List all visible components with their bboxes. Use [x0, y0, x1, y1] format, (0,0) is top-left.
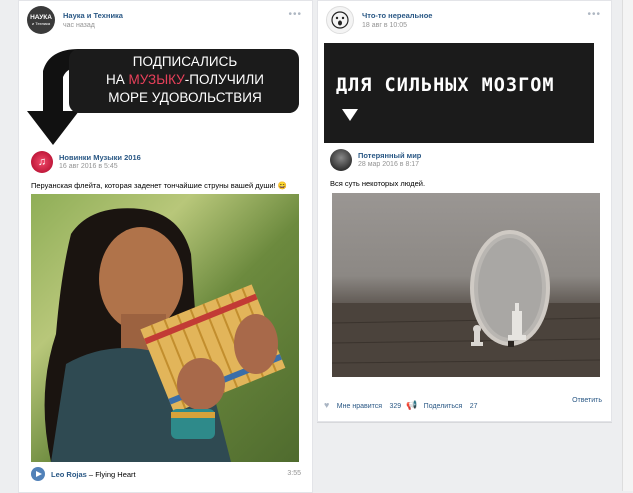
post-card-unreal: Что-то нереальное 18 авг в 10:05 ••• ДЛЯ…: [317, 0, 612, 422]
audio-song: Flying Heart: [95, 470, 136, 479]
like-button[interactable]: ♥ Мне нравится 329: [324, 395, 401, 413]
post-card-science: НАУКА и Техника Наука и Техника час наза…: [18, 0, 313, 493]
group-name-link[interactable]: Что-то нереальное: [362, 11, 432, 20]
repost-text: Перуанская флейта, которая заденет тонча…: [31, 181, 287, 190]
share-button[interactable]: 📢 Поделиться 27: [406, 395, 478, 413]
play-triangle-icon: [36, 470, 42, 477]
post-footer: ♥ Мне нравится 329 📢 Поделиться 27 Ответ…: [324, 395, 602, 410]
repost-text: Вся суть некоторых людей.: [330, 179, 426, 188]
share-icon: 📢: [406, 400, 418, 410]
repost-text-content: Перуанская флейта, которая заденет тонча…: [31, 181, 276, 190]
music-note-icon: ♫: [37, 156, 47, 168]
banner-line-2-suffix: -ПОЛУЧИЛИ: [184, 72, 264, 87]
post-photo[interactable]: [332, 193, 600, 377]
share-label: Поделиться: [423, 403, 463, 410]
repost-date[interactable]: 16 авг 2016 в 5:45: [59, 163, 118, 170]
banner-line-1: ПОДПИСАЛИСЬ: [132, 54, 238, 69]
audio-separator: –: [86, 470, 96, 479]
avatar-text: НАУКА: [30, 14, 52, 21]
more-options-icon[interactable]: •••: [288, 9, 302, 20]
like-count: 329: [389, 403, 402, 410]
post-header: НАУКА и Техника Наука и Техника час наза…: [27, 6, 304, 38]
audio-track[interactable]: Leo Rojas – Flying Heart 3:55: [31, 467, 301, 483]
down-triangle-icon: [342, 109, 358, 121]
banner-line-3: МОРЕ УДОВОЛЬСТВИЯ: [108, 90, 262, 105]
post-header: Что-то нереальное 18 авг в 10:05 •••: [326, 6, 603, 38]
banner-title: ДЛЯ СИЛЬНЫХ МОЗГОМ: [336, 75, 555, 96]
repost-avatar[interactable]: [330, 149, 352, 171]
group-avatar[interactable]: [326, 6, 354, 34]
avatar-subtext: и Техника: [31, 21, 51, 26]
flute-player-image: [44, 208, 286, 462]
text-banner: ДЛЯ СИЛЬНЫХ МОЗГОМ: [324, 43, 594, 143]
mirror-chess-image: [332, 230, 600, 377]
more-options-icon[interactable]: •••: [587, 9, 601, 20]
banner-line-2: НА МУЗЫКУ-ПОЛУЧИЛИ: [71, 71, 299, 89]
repost-author-link[interactable]: Потерянный мир: [358, 151, 421, 160]
audio-title: Leo Rojas – Flying Heart: [51, 470, 136, 479]
banner-text: ПОДПИСАЛИСЬ НА МУЗЫКУ-ПОЛУЧИЛИ МОРЕ УДОВ…: [71, 53, 299, 107]
repost-author-link[interactable]: Новинки Музыки 2016: [59, 153, 141, 162]
group-name-link[interactable]: Наука и Техника: [63, 11, 123, 20]
post-time[interactable]: час назад: [63, 22, 95, 29]
promo-banner: ПОДПИСАЛИСЬ НА МУЗЫКУ-ПОЛУЧИЛИ МОРЕ УДОВ…: [19, 41, 312, 149]
like-label: Мне нравится: [336, 403, 383, 410]
post-photo[interactable]: [31, 194, 299, 462]
repost-avatar[interactable]: ♫: [31, 151, 53, 173]
emoji: 😄: [277, 181, 288, 190]
play-icon[interactable]: [31, 467, 45, 481]
post-time[interactable]: 18 авг в 10:05: [362, 22, 407, 29]
repost-header: ♫ Новинки Музыки 2016 16 авг 2016 в 5:45: [31, 151, 301, 177]
monkey-face-icon: [331, 11, 349, 29]
audio-artist[interactable]: Leo Rojas: [51, 470, 87, 479]
share-count: 27: [469, 403, 478, 410]
audio-duration: 3:55: [287, 470, 301, 477]
repost-header: Потерянный мир 28 мар 2016 в 8:17: [330, 149, 600, 175]
repost-date[interactable]: 28 мар 2016 в 8:17: [358, 161, 419, 168]
banner-line-2-prefix: НА: [106, 72, 129, 87]
group-avatar[interactable]: НАУКА и Техника: [27, 6, 55, 34]
heart-icon: ♥: [324, 400, 330, 410]
page-scrollbar[interactable]: [622, 0, 633, 491]
reply-link[interactable]: Ответить: [572, 397, 602, 404]
banner-highlight: МУЗЫКУ: [128, 72, 185, 87]
